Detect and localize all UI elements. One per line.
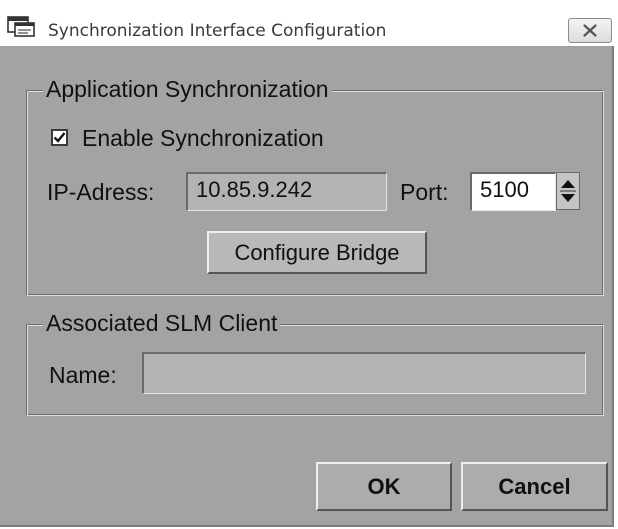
ip-address-input[interactable]: 10.85.9.242 bbox=[186, 172, 387, 211]
spinner-arrows-icon bbox=[560, 180, 576, 202]
checkmark-icon bbox=[53, 132, 66, 143]
associated-slm-client-title: Associated SLM Client bbox=[43, 310, 281, 336]
configure-bridge-button[interactable]: Configure Bridge bbox=[207, 231, 427, 274]
enable-sync-checkbox[interactable] bbox=[51, 129, 68, 146]
app-window-icon bbox=[7, 16, 35, 37]
name-input[interactable] bbox=[142, 352, 586, 394]
cancel-button[interactable]: Cancel bbox=[461, 462, 608, 511]
close-x-icon bbox=[583, 24, 597, 37]
title-bar[interactable]: Synchronization Interface Configuration bbox=[0, 0, 614, 46]
name-label: Name: bbox=[49, 362, 117, 388]
port-spinner[interactable] bbox=[556, 172, 580, 210]
port-input[interactable]: 5100 bbox=[470, 172, 556, 211]
application-synchronization-title: Application Synchronization bbox=[43, 76, 332, 102]
ip-address-label: IP-Adress: bbox=[47, 179, 155, 205]
ok-button[interactable]: OK bbox=[316, 462, 452, 511]
enable-sync-label[interactable]: Enable Synchronization bbox=[82, 124, 324, 152]
dialog-content: Application Synchronization Enable Synch… bbox=[0, 46, 614, 527]
dialog-window: Synchronization Interface Configuration … bbox=[0, 0, 614, 527]
port-label: Port: bbox=[400, 179, 449, 205]
window-title: Synchronization Interface Configuration bbox=[48, 21, 387, 41]
close-button[interactable] bbox=[568, 18, 612, 43]
